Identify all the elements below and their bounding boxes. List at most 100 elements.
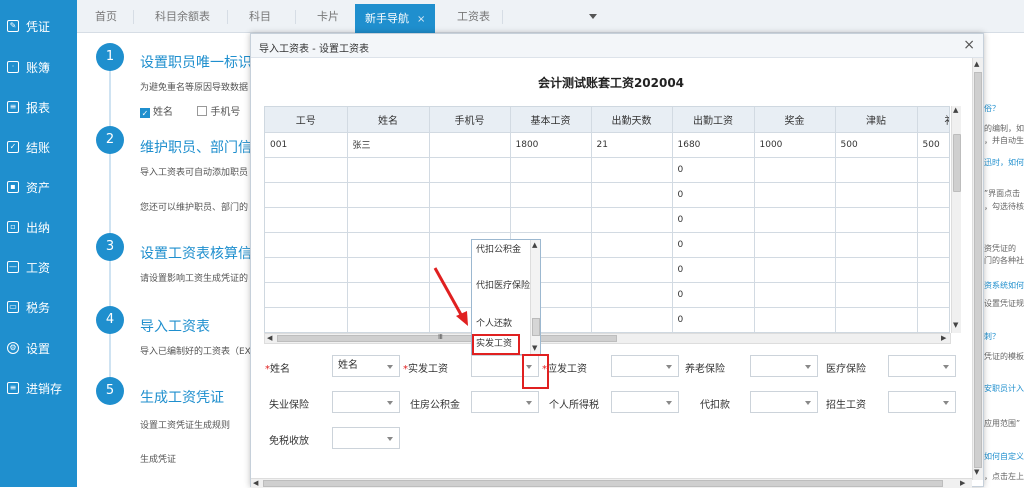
- dialog-vertical-scrollbar[interactable]: ▲ ▼: [972, 58, 983, 480]
- table-cell[interactable]: [835, 307, 918, 332]
- sidebar-item-cashier[interactable]: ▫ 出纳: [0, 213, 77, 241]
- table-cell[interactable]: [265, 282, 348, 308]
- table-cell[interactable]: 0: [672, 182, 755, 208]
- grid-horizontal-scrollbar[interactable]: ◀ Ⅲ ▶: [264, 333, 951, 344]
- table-cell[interactable]: 001: [265, 132, 348, 158]
- table-cell[interactable]: [510, 207, 592, 233]
- table-cell[interactable]: [917, 282, 949, 308]
- table-cell[interactable]: [835, 182, 918, 208]
- tab-account-balance[interactable]: 科目余额表: [145, 0, 220, 33]
- table-cell[interactable]: [591, 182, 673, 208]
- scroll-thumb[interactable]: [974, 72, 982, 468]
- tax-exempt-column-select[interactable]: [332, 427, 400, 449]
- table-cell[interactable]: [754, 232, 836, 258]
- step-title[interactable]: 设置工资表核算信: [140, 243, 252, 263]
- table-cell[interactable]: 0: [672, 232, 755, 258]
- step-title[interactable]: 设置职员唯一标识: [140, 52, 252, 72]
- step-title[interactable]: 生成工资凭证: [140, 387, 224, 407]
- deduction-column-select[interactable]: [750, 391, 818, 413]
- table-cell[interactable]: [917, 232, 949, 258]
- table-cell[interactable]: [265, 207, 348, 233]
- table-cell[interactable]: [754, 307, 836, 332]
- table-cell[interactable]: [754, 207, 836, 233]
- scroll-up-icon[interactable]: ▲: [532, 241, 537, 249]
- housing-fund-column-select[interactable]: [471, 391, 539, 413]
- unemployment-column-select[interactable]: [332, 391, 400, 413]
- scroll-left-icon[interactable]: ◀: [253, 479, 258, 487]
- sidebar-item-ledger[interactable]: · 账簿: [0, 53, 77, 81]
- table-cell[interactable]: 0: [672, 157, 755, 183]
- table-cell[interactable]: [835, 257, 918, 283]
- help-text[interactable]: 安职员计入: [984, 383, 1024, 394]
- step-title[interactable]: 维护职员、部门信: [140, 137, 252, 157]
- sidebar-item-salary[interactable]: — 工资: [0, 253, 77, 281]
- table-cell[interactable]: [917, 307, 949, 332]
- grid-vertical-scrollbar[interactable]: ▲ ▼: [951, 106, 961, 333]
- scroll-up-icon[interactable]: ▲: [974, 60, 979, 68]
- table-cell[interactable]: [347, 307, 430, 332]
- income-tax-column-select[interactable]: [611, 391, 679, 413]
- scroll-right-icon[interactable]: ▶: [941, 334, 946, 342]
- dropdown-option[interactable]: 代扣公积金: [472, 242, 530, 258]
- table-cell[interactable]: 0: [672, 282, 755, 308]
- help-text[interactable]: 如何自定义: [984, 451, 1024, 462]
- table-cell[interactable]: [835, 282, 918, 308]
- scroll-right-icon[interactable]: ▶: [960, 479, 965, 487]
- table-cell[interactable]: [510, 157, 592, 183]
- help-text[interactable]: 刺？: [984, 331, 1024, 342]
- pension-column-select[interactable]: [750, 355, 818, 377]
- tab-subjects[interactable]: 科目: [239, 0, 281, 33]
- table-cell[interactable]: [347, 157, 430, 183]
- tab-salary-sheet[interactable]: 工资表: [447, 0, 500, 33]
- scroll-thumb[interactable]: [953, 134, 961, 192]
- table-cell[interactable]: [265, 232, 348, 258]
- name-column-select[interactable]: 姓名: [332, 355, 400, 377]
- table-cell[interactable]: [265, 307, 348, 332]
- scroll-down-icon[interactable]: ▼: [974, 468, 979, 476]
- table-cell[interactable]: 1000: [754, 132, 836, 158]
- table-cell[interactable]: [917, 182, 949, 208]
- table-cell[interactable]: [347, 282, 430, 308]
- table-cell[interactable]: [510, 182, 592, 208]
- table-cell[interactable]: [429, 157, 511, 183]
- table-cell[interactable]: [917, 207, 949, 233]
- table-cell[interactable]: [754, 157, 836, 183]
- table-cell[interactable]: 0: [672, 257, 755, 283]
- table-cell[interactable]: [429, 182, 511, 208]
- table-cell[interactable]: 21: [591, 132, 673, 158]
- close-icon[interactable]: ×: [963, 37, 975, 53]
- scroll-down-icon[interactable]: ▼: [532, 344, 537, 352]
- table-cell[interactable]: [591, 282, 673, 308]
- table-cell[interactable]: [591, 232, 673, 258]
- table-cell[interactable]: [591, 257, 673, 283]
- dropdown-option[interactable]: 个人还款: [472, 316, 530, 332]
- name-checkbox[interactable]: ✓: [140, 108, 150, 118]
- table-cell[interactable]: [591, 207, 673, 233]
- scroll-down-icon[interactable]: ▼: [953, 321, 958, 329]
- tab-beginner-guide[interactable]: 新手导航 ×: [355, 4, 436, 33]
- more-tabs-dropdown-icon[interactable]: [589, 14, 597, 19]
- enrollment-pay-column-select[interactable]: [888, 391, 956, 413]
- table-cell[interactable]: 500: [917, 132, 949, 158]
- dropdown-option[interactable]: 代扣医疗保险: [472, 278, 530, 294]
- table-cell[interactable]: [429, 132, 511, 158]
- help-text[interactable]: 俗？: [984, 103, 1024, 114]
- table-cell[interactable]: [835, 157, 918, 183]
- sidebar-item-tax[interactable]: ▭ 税务: [0, 293, 77, 321]
- help-text[interactable]: 迅时，如何: [984, 157, 1024, 168]
- scroll-thumb[interactable]: [263, 480, 943, 487]
- sidebar-item-voucher[interactable]: ✎ 凭证: [0, 12, 77, 40]
- sidebar-item-asset[interactable]: ▪ 资产: [0, 173, 77, 201]
- step-title[interactable]: 导入工资表: [140, 316, 210, 336]
- table-cell[interactable]: 500: [835, 132, 918, 158]
- dropdown-scrollbar[interactable]: ▲ ▼: [530, 240, 540, 354]
- tab-cards[interactable]: 卡片: [307, 0, 349, 33]
- table-cell[interactable]: [754, 182, 836, 208]
- table-cell[interactable]: [429, 207, 511, 233]
- table-cell[interactable]: [835, 232, 918, 258]
- help-text[interactable]: 资系统如何: [984, 280, 1024, 291]
- table-cell[interactable]: [265, 257, 348, 283]
- medical-column-select[interactable]: [888, 355, 956, 377]
- sidebar-item-inventory[interactable]: ≡ 进销存: [0, 374, 77, 402]
- sidebar-item-close-account[interactable]: ✓ 结账: [0, 133, 77, 161]
